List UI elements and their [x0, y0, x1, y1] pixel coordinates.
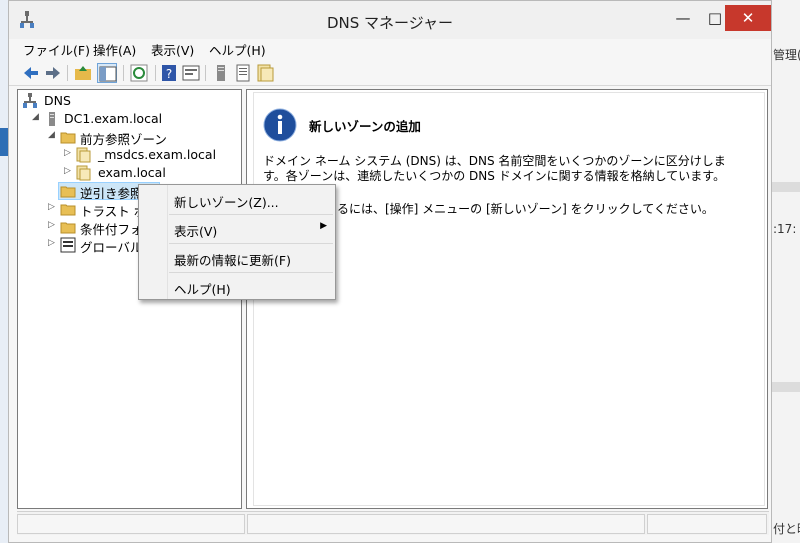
up-folder-icon[interactable]	[73, 63, 93, 83]
zone-icon	[76, 147, 92, 163]
background-text-2: :17:	[773, 222, 797, 236]
tree-label-server: DC1.exam.local	[64, 111, 163, 126]
context-label-help: ヘルプ(H)	[174, 282, 231, 297]
help-icon[interactable]: ?	[159, 63, 179, 83]
context-menu: 新しいゾーン(Z)... 表示(V) ▶ 最新の情報に更新(F) ヘルプ(H)	[138, 184, 336, 300]
back-arrow-icon[interactable]	[21, 63, 41, 83]
toolbar: ?	[9, 60, 771, 86]
show-console-tree-icon[interactable]	[97, 63, 117, 83]
expanded-arrow-icon[interactable]: ◢	[32, 112, 39, 122]
menu-view[interactable]: 表示(V)	[151, 40, 194, 59]
background-window-right	[772, 0, 800, 543]
dns-manager-window: DNS マネージャー — □ ✕ ファイル(F) 操作(A) 表示(V) ヘルプ…	[8, 0, 772, 543]
expanded-arrow-icon[interactable]: ◢	[48, 130, 55, 140]
folder-icon	[60, 219, 76, 235]
background-text-1: 管理(	[773, 48, 800, 62]
menu-action[interactable]: 操作(A)	[93, 40, 136, 59]
log-icon	[60, 237, 76, 253]
collapsed-arrow-icon[interactable]: ▷	[48, 202, 55, 212]
background-window-edge	[0, 0, 8, 543]
tree-node-exam-zone[interactable]: ▷ exam.local	[18, 164, 241, 182]
window-title: DNS マネージャー	[326, 14, 453, 32]
collapsed-arrow-icon[interactable]: ▷	[64, 166, 71, 176]
context-item-help[interactable]: ヘルプ(H)	[139, 274, 335, 300]
context-item-refresh[interactable]: 最新の情報に更新(F)	[139, 245, 335, 271]
folder-icon	[60, 129, 76, 145]
collapsed-arrow-icon[interactable]: ▷	[64, 148, 71, 158]
dns-icon	[22, 93, 38, 109]
status-cell-1	[17, 514, 245, 534]
list-icon[interactable]	[233, 63, 253, 83]
status-cell-2	[247, 514, 645, 534]
menu-file[interactable]: ファイル(F)	[23, 40, 90, 59]
context-label-view: 表示(V)	[174, 224, 218, 239]
folder-icon	[60, 201, 76, 217]
tree-node-forward-zones[interactable]: ◢ 前方参照ゾーン	[18, 128, 241, 147]
context-label-refresh: 最新の情報に更新(F)	[174, 253, 291, 268]
submenu-arrow-icon: ▶	[320, 221, 327, 231]
tree-node-dns[interactable]: DNS	[18, 92, 241, 110]
title-bar[interactable]: DNS マネージャー — □ ✕	[9, 1, 771, 39]
context-item-new-zone[interactable]: 新しいゾーン(Z)...	[139, 187, 335, 213]
svg-text:?: ?	[166, 67, 172, 81]
minimize-button[interactable]: —	[667, 5, 699, 31]
context-label-new-zone: 新しいゾーン(Z)...	[174, 195, 279, 210]
menu-help[interactable]: ヘルプ(H)	[209, 40, 266, 59]
collapsed-arrow-icon[interactable]: ▷	[48, 238, 55, 248]
folder-icon	[60, 183, 76, 199]
menu-bar: ファイル(F) 操作(A) 表示(V) ヘルプ(H)	[9, 39, 771, 59]
tree-node-server[interactable]: ◢ DC1.exam.local	[18, 110, 241, 128]
forward-arrow-icon[interactable]	[43, 63, 63, 83]
tree-label-exam-zone: exam.local	[98, 165, 166, 180]
server-icon	[44, 111, 60, 127]
tree-label-dns: DNS	[44, 93, 71, 108]
zone-file-icon[interactable]	[255, 63, 275, 83]
tree-label-msdcs-zone: _msdcs.exam.local	[98, 147, 217, 162]
properties-icon[interactable]	[181, 63, 201, 83]
background-text-3: 付と時	[773, 522, 800, 536]
status-cell-3	[647, 514, 767, 534]
server-icon[interactable]	[211, 63, 231, 83]
close-button[interactable]: ✕	[725, 5, 771, 31]
info-icon	[263, 108, 297, 142]
detail-instruction: るには、[操作] メニューの [新しいゾーン] をクリックしてください。	[337, 202, 714, 216]
background-selection	[0, 128, 8, 156]
zone-icon	[76, 165, 92, 181]
detail-description: ドメイン ネーム システム (DNS) は、DNS 名前空間をいくつかのゾーンに…	[263, 154, 726, 183]
tree-node-msdcs-zone[interactable]: ▷ _msdcs.exam.local	[18, 146, 241, 164]
refresh-icon[interactable]	[129, 63, 149, 83]
detail-title: 新しいゾーンの追加	[309, 119, 421, 134]
context-item-view[interactable]: 表示(V) ▶	[139, 216, 335, 242]
collapsed-arrow-icon[interactable]: ▷	[48, 220, 55, 230]
status-bar	[17, 511, 769, 535]
